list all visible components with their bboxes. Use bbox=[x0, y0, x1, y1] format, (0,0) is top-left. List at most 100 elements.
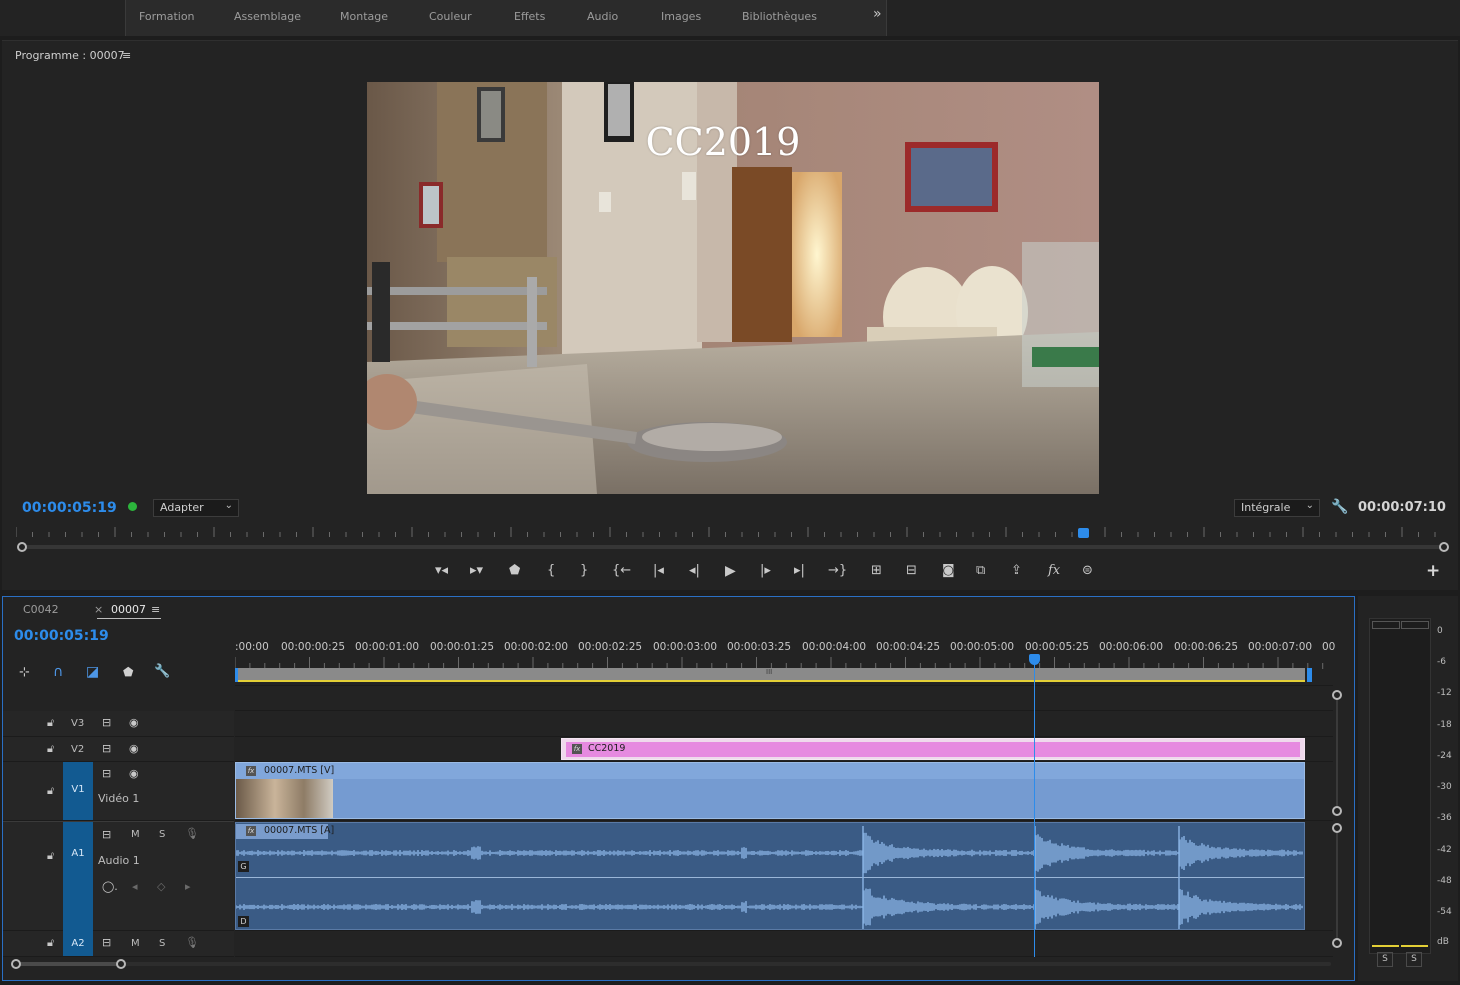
work-area-bar[interactable]: III bbox=[235, 668, 1305, 682]
comparison-view-button[interactable]: ⧉ bbox=[976, 563, 985, 578]
workspace-tab-couleur[interactable]: Couleur bbox=[429, 10, 472, 23]
video-clip-00007[interactable]: fx 00007.MTS [V] bbox=[235, 762, 1305, 819]
microphone-icon[interactable]: 🎙︎ bbox=[185, 827, 199, 840]
track-label-v2[interactable]: V2 bbox=[71, 744, 84, 755]
sequence-tab-menu-icon[interactable]: ≡ bbox=[151, 603, 160, 616]
add-marker-button[interactable]: ⬟ bbox=[509, 563, 520, 578]
snap-magnet-icon[interactable]: ∩ bbox=[53, 664, 63, 680]
step-back-button[interactable]: ◂| bbox=[689, 563, 700, 578]
zoom-scroll-start-handle[interactable] bbox=[17, 542, 27, 552]
lock-icon[interactable]: 🔓︎ bbox=[47, 849, 54, 863]
timeline-settings-wrench-icon[interactable]: 🔧 bbox=[154, 664, 170, 679]
go-to-out-button[interactable]: →} bbox=[828, 563, 847, 578]
program-video-frame[interactable]: CC2019 bbox=[367, 82, 1099, 494]
workspace-tab-audio[interactable]: Audio bbox=[587, 10, 618, 23]
program-mini-ruler[interactable] bbox=[16, 527, 1444, 537]
microphone-icon[interactable]: 🎙︎ bbox=[185, 936, 199, 949]
lock-icon[interactable]: 🔓︎ bbox=[47, 936, 54, 950]
export-frame-camera-icon[interactable]: ◙ bbox=[942, 563, 955, 578]
track-area-v2[interactable]: fx CC2019 bbox=[235, 737, 1333, 762]
meter-solo-right-button[interactable]: S bbox=[1406, 952, 1422, 967]
go-to-in-button[interactable]: {← bbox=[612, 563, 631, 578]
solo-button[interactable]: S bbox=[159, 829, 165, 840]
sync-lock-icon[interactable]: ⊟ bbox=[102, 716, 111, 729]
program-current-timecode[interactable]: 00:00:05:19 bbox=[22, 500, 117, 516]
program-monitor-menu-icon[interactable]: ≡ bbox=[122, 49, 131, 62]
add-keyframe-icon[interactable]: ◇ bbox=[157, 880, 165, 893]
workspace-tab-images[interactable]: Images bbox=[661, 10, 701, 23]
source-target-a1[interactable]: A1 bbox=[63, 822, 93, 931]
track-label-v3[interactable]: V3 bbox=[71, 718, 84, 729]
lift-button[interactable]: ⊞ bbox=[871, 563, 882, 578]
eye-icon[interactable]: ◉ bbox=[129, 742, 139, 755]
source-target-v1[interactable]: V1 bbox=[63, 762, 93, 820]
sync-lock-icon[interactable]: ⊟ bbox=[102, 767, 111, 780]
mark-in-bracket-button[interactable]: { bbox=[547, 563, 555, 578]
mute-button[interactable]: M bbox=[131, 829, 140, 840]
lock-icon[interactable]: 🔓︎ bbox=[47, 716, 54, 730]
mark-in-button[interactable]: ▾◂ bbox=[435, 563, 448, 578]
timeline-zoom-thumb[interactable] bbox=[19, 962, 121, 966]
mark-out-button[interactable]: ▸▾ bbox=[470, 563, 483, 578]
track-area-v1[interactable]: fx 00007.MTS [V] bbox=[235, 762, 1333, 821]
vr-video-button[interactable]: ⊜ bbox=[1082, 563, 1093, 578]
source-target-a2[interactable]: A2 bbox=[63, 931, 93, 956]
sequence-tab-close-icon[interactable]: × bbox=[94, 603, 103, 616]
play-button[interactable]: ▶ bbox=[725, 563, 736, 579]
audio-scroll-track[interactable] bbox=[1336, 833, 1338, 938]
workspace-overflow-icon[interactable]: » bbox=[873, 6, 882, 22]
insert-nest-icon[interactable]: ⊹ bbox=[19, 665, 30, 680]
sync-lock-icon[interactable]: ⊟ bbox=[102, 936, 111, 949]
timeline-zoom-start-handle[interactable] bbox=[11, 959, 21, 969]
linked-selection-icon[interactable]: ◪ bbox=[86, 664, 99, 680]
extract-button[interactable]: ⊟ bbox=[906, 563, 917, 578]
audio-scroll-top-handle[interactable] bbox=[1332, 823, 1342, 833]
program-playhead[interactable] bbox=[1078, 528, 1089, 538]
sync-lock-icon[interactable]: ⊟ bbox=[102, 742, 111, 755]
track-area-a2[interactable] bbox=[235, 931, 1333, 957]
audio-scroll-bottom-handle[interactable] bbox=[1332, 938, 1342, 948]
workspace-tab-montage[interactable]: Montage bbox=[340, 10, 388, 23]
workspace-tab-effets[interactable]: Effets bbox=[514, 10, 545, 23]
sync-lock-icon[interactable]: ⊟ bbox=[102, 828, 111, 841]
export-button[interactable]: ⇪ bbox=[1011, 563, 1022, 578]
keyframe-toggle-icon[interactable]: ◯. bbox=[102, 880, 118, 893]
sequence-tab-00007[interactable]: 00007 bbox=[111, 603, 146, 616]
audio-clip-00007[interactable]: fx 00007.MTS [A] G D bbox=[235, 822, 1305, 930]
playback-resolution-select[interactable]: Intégrale ⌄ bbox=[1234, 499, 1320, 517]
mark-out-bracket-button[interactable]: } bbox=[580, 563, 588, 578]
eye-icon[interactable]: ◉ bbox=[129, 767, 139, 780]
previous-keyframe-icon[interactable]: ◂ bbox=[132, 880, 138, 893]
title-clip-cc2019[interactable]: fx CC2019 bbox=[561, 738, 1305, 760]
workspace-tab-assemblage[interactable]: Assemblage bbox=[234, 10, 301, 23]
timeline-playhead-head[interactable] bbox=[1029, 654, 1040, 665]
timeline-zoom-scrollbar[interactable] bbox=[15, 962, 1331, 966]
work-area-start-handle[interactable] bbox=[235, 668, 238, 682]
workspace-tab-bibliotheques[interactable]: Bibliothèques bbox=[742, 10, 817, 23]
timeline-zoom-end-handle[interactable] bbox=[116, 959, 126, 969]
video-scroll-bottom-handle[interactable] bbox=[1332, 806, 1342, 816]
add-marker-icon[interactable]: ⬟ bbox=[123, 665, 133, 679]
timeline-current-timecode[interactable]: 00:00:05:19 bbox=[14, 628, 109, 644]
go-to-in-point-button[interactable]: |◂ bbox=[653, 563, 664, 578]
fx-toggle-button[interactable]: fx bbox=[1048, 563, 1060, 578]
meter-solo-left-button[interactable]: S bbox=[1377, 952, 1393, 967]
work-area-end-handle[interactable] bbox=[1307, 668, 1312, 682]
solo-button[interactable]: S bbox=[159, 938, 165, 949]
program-scrub-bar[interactable] bbox=[20, 545, 1442, 549]
video-scroll-track[interactable] bbox=[1336, 700, 1338, 806]
settings-wrench-icon[interactable]: 🔧 bbox=[1331, 499, 1348, 515]
timeline-playhead-line[interactable] bbox=[1034, 657, 1035, 957]
zoom-scroll-end-handle[interactable] bbox=[1439, 542, 1449, 552]
track-area-v3[interactable] bbox=[235, 711, 1333, 737]
zoom-level-select[interactable]: Adapter ⌄ bbox=[153, 499, 239, 517]
button-editor-add-icon[interactable]: + bbox=[1426, 561, 1440, 581]
eye-icon[interactable]: ◉ bbox=[129, 716, 139, 729]
next-keyframe-icon[interactable]: ▸ bbox=[185, 880, 191, 893]
mute-button[interactable]: M bbox=[131, 938, 140, 949]
lock-icon[interactable]: 🔓︎ bbox=[47, 784, 54, 798]
video-scroll-top-handle[interactable] bbox=[1332, 690, 1342, 700]
program-monitor-title[interactable]: Programme : 00007 bbox=[15, 49, 125, 62]
sequence-tab-c0042[interactable]: C0042 bbox=[23, 603, 59, 616]
step-forward-button[interactable]: |▸ bbox=[760, 563, 771, 578]
